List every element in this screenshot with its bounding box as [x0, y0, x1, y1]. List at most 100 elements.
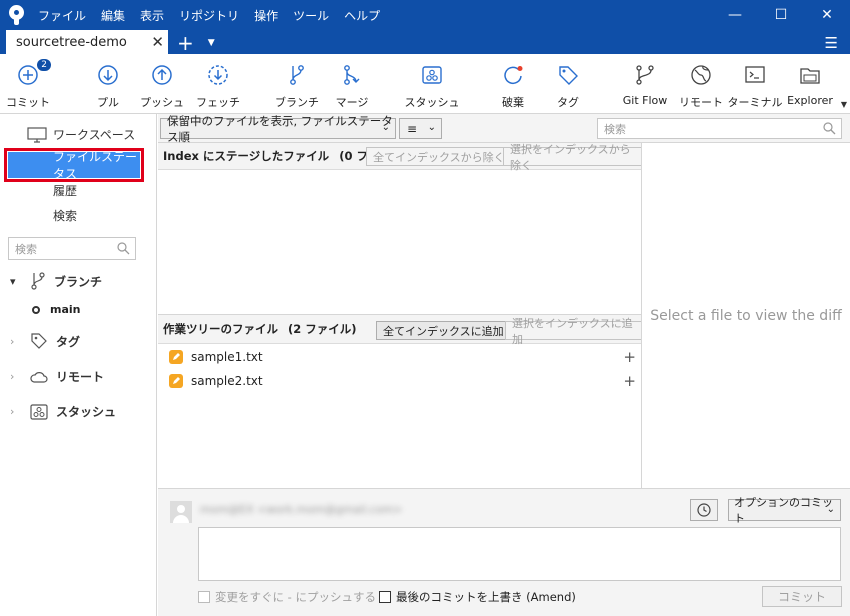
commit-area: mom@EX <work.mom@gmail.com> オプションのコミット ⌄… [158, 488, 850, 616]
add-tab-icon[interactable]: + [177, 32, 194, 54]
file-filter-value: 保留中のファイルを表示, ファイルステータス順 [167, 113, 393, 144]
sidebar-tags[interactable]: › タグ [10, 332, 80, 350]
chevron-right-icon[interactable]: › [10, 335, 22, 348]
search-icon [823, 122, 836, 135]
branch-button[interactable]: ブランチ [267, 62, 327, 110]
diff-placeholder-text: Select a file to view the diff [650, 307, 842, 324]
commit-options-dropdown[interactable]: オプションのコミット ⌄ [728, 496, 841, 525]
commit-count-badge: 2 [37, 59, 51, 71]
menu-actions[interactable]: 操作 [254, 7, 278, 24]
view-mode-dropdown[interactable]: ≡ ⌄ [399, 118, 442, 139]
discard-icon [500, 62, 526, 88]
menu-file[interactable]: ファイル [38, 7, 86, 24]
clock-icon [697, 503, 711, 517]
toolbar-overflow-icon[interactable]: ▼ [841, 100, 847, 109]
pull-arrow-down-icon [95, 62, 121, 88]
push-arrow-up-icon [149, 62, 175, 88]
avatar [170, 501, 192, 523]
chevron-down-icon[interactable]: ▾ [10, 275, 22, 288]
commit-submit-button[interactable]: コミット [762, 586, 842, 607]
staged-header: Index にステージしたファイル (0 ファイル) 全てインデックスから除く … [158, 143, 642, 172]
workspace-header: ワークスペース [27, 126, 135, 143]
commit-button[interactable]: 2 コミット [0, 59, 58, 110]
sidebar-item-search[interactable]: 検索 [8, 202, 140, 228]
sourcetree-logo-icon[interactable] [7, 4, 29, 26]
current-branch-dot-icon [32, 305, 40, 314]
checkbox-box[interactable] [379, 591, 391, 603]
tag-button[interactable]: タグ [538, 62, 598, 110]
branch-main-label: main [50, 303, 81, 316]
menu-tools[interactable]: ツール [293, 7, 329, 24]
diff-pane: Select a file to view the diff [642, 143, 850, 488]
unstage-selected-button[interactable]: 選択をインデックスから除く [503, 143, 642, 172]
file-name: sample2.txt [191, 374, 263, 388]
workspace-label: ワークスペース [53, 128, 136, 142]
terminal-button[interactable]: ターミナル [725, 62, 785, 110]
terminal-icon [742, 62, 768, 88]
fetch-button[interactable]: フェッチ [188, 62, 248, 110]
amend-label: 最後のコミットを上書き (Amend) [396, 590, 576, 604]
commit-options-label: オプションのコミット [734, 496, 833, 525]
search-icon [117, 242, 130, 255]
gitflow-button[interactable]: Git Flow [615, 62, 675, 107]
working-tree-pane: 作業ツリーのファイル (2 ファイル) 全てインデックスに追加 選択をインデック… [158, 315, 642, 488]
sidebar-remotes[interactable]: › リモート [10, 368, 104, 385]
tag-icon [555, 62, 581, 88]
menu-help[interactable]: ヘルプ [344, 7, 380, 24]
merge-button[interactable]: マージ [322, 62, 382, 110]
push-immediately-checkbox[interactable]: 変更をすぐに - にプッシュする [198, 589, 376, 605]
staged-title: Index にステージしたファイル [163, 149, 330, 163]
checkbox-box[interactable] [198, 591, 210, 603]
sidebar: ワークスペース ファイルステータス 履歴 検索 検索 ▾ ブランチ main ›… [0, 114, 157, 616]
sidebar-item-history[interactable]: 履歴 [8, 177, 140, 203]
sidebar-branches[interactable]: ▾ ブランチ [10, 272, 102, 290]
remote-button[interactable]: リモート [671, 62, 731, 110]
branch-item-main[interactable]: main [32, 303, 81, 316]
tags-label: タグ [56, 334, 81, 349]
tag-icon [31, 333, 47, 349]
minimize-button[interactable]: — [712, 0, 758, 30]
tab-dropdown-icon[interactable]: ▼ [208, 32, 215, 54]
menu-view[interactable]: 表示 [140, 7, 164, 24]
stage-file-plus-icon[interactable]: + [623, 350, 636, 365]
window-controls: — ☐ ✕ [712, 0, 850, 30]
commit-history-button[interactable] [690, 499, 718, 521]
file-search-input[interactable]: 検索 [597, 118, 842, 139]
merge-icon [339, 62, 365, 88]
menu-repository[interactable]: リポジトリ [179, 7, 239, 24]
file-row-sample1[interactable]: sample1.txt + [158, 345, 642, 369]
chevron-down-icon: ⌄ [826, 504, 835, 515]
sidebar-stashes[interactable]: › スタッシュ [10, 403, 116, 420]
hamburger-menu-icon[interactable]: ☰ [825, 32, 838, 54]
tab-bar: sourcetree-demo ✕ + ▼ ☰ [0, 30, 850, 54]
push-button[interactable]: プッシュ [132, 62, 192, 110]
unstage-all-button[interactable]: 全てインデックスから除く [366, 147, 512, 166]
tab-sourcetree-demo[interactable]: sourcetree-demo ✕ [6, 30, 168, 54]
commit-message-input[interactable] [198, 527, 841, 581]
maximize-button[interactable]: ☐ [758, 0, 804, 30]
stash-button[interactable]: スタッシュ [402, 62, 462, 110]
chevron-right-icon[interactable]: › [10, 405, 22, 418]
file-row-sample2[interactable]: sample2.txt + [158, 369, 642, 393]
stage-selected-button[interactable]: 選択をインデックスに追加 [505, 317, 642, 346]
title-bar: ファイル 編集 表示 リポジトリ 操作 ツール ヘルプ — ☐ ✕ [0, 0, 850, 30]
sidebar-search-placeholder: 検索 [15, 242, 37, 256]
tab-close-icon[interactable]: ✕ [151, 33, 164, 51]
chevron-right-icon[interactable]: › [10, 370, 22, 383]
explorer-button[interactable]: Explorer [780, 62, 840, 107]
discard-button[interactable]: 破棄 [483, 62, 543, 110]
amend-checkbox[interactable]: 最後のコミットを上書き (Amend) [379, 589, 576, 605]
sidebar-search-input[interactable]: 検索 [8, 237, 136, 260]
menu-edit[interactable]: 編集 [101, 7, 125, 24]
pull-button[interactable]: プル [78, 62, 138, 110]
file-filter-dropdown[interactable]: 保留中のファイルを表示, ファイルステータス順 ⌄ [160, 114, 396, 144]
folder-icon [797, 62, 823, 88]
gitflow-icon [632, 62, 658, 88]
toolbar: 2 コミット プル プッシュ フェッチ ブランチ マージ スタッシュ 破棄 タグ… [0, 54, 850, 114]
stage-file-plus-icon[interactable]: + [623, 374, 636, 389]
stage-all-button[interactable]: 全てインデックスに追加 [376, 321, 511, 340]
stashes-label: スタッシュ [56, 405, 117, 419]
commit-plus-icon: 2 [15, 59, 51, 88]
stash-icon [419, 62, 445, 88]
close-button[interactable]: ✕ [804, 0, 850, 30]
